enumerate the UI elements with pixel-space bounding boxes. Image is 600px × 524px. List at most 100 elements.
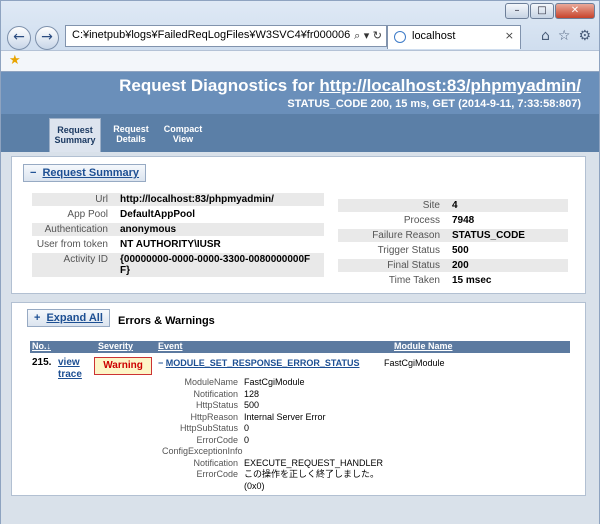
summary-key: Final Status [338, 259, 448, 272]
forward-arrow-icon: → [41, 29, 53, 45]
summary-key: Time Taken [338, 274, 448, 287]
summary-value: 7948 [448, 214, 568, 227]
main-area: − Request Summary Url http://localhost:83/… [1, 152, 599, 524]
title-prefix: Request Diagnostics for [119, 76, 320, 95]
collapse-event-icon[interactable]: − [158, 358, 163, 368]
page-title: Request Diagnostics for http://localhost… [1, 76, 581, 96]
detail-key: HttpStatus [195, 400, 238, 410]
event-name[interactable]: MODULE_SET_RESPONSE_ERROR_STATUS [166, 358, 360, 368]
request-summary-toggle[interactable]: − Request Summary [23, 164, 147, 182]
detail-row: (0x0) [162, 481, 562, 493]
detail-row: HttpStatus 500 [162, 400, 562, 412]
detail-value: 128 [244, 388, 260, 399]
severity-warning-badge: Warning [94, 357, 152, 375]
favorites-star-icon[interactable]: ☆ [558, 28, 571, 44]
address-url: C:¥inetpub¥logs¥FailedReqLogFiles¥W3SVC4… [72, 29, 371, 41]
summary-left-table: Url http://localhost:83/phpmyadmin/ App P… [32, 193, 324, 279]
column-header-event[interactable]: Event [158, 341, 183, 351]
tab-request-summary[interactable]: Request Summary [49, 118, 101, 152]
summary-key: User from token [32, 238, 116, 251]
detail-row: ConfigExceptionInfo [162, 446, 562, 458]
view-link[interactable]: view [58, 357, 82, 369]
tab-title: localhost [412, 30, 456, 42]
summary-key: Url [32, 193, 116, 206]
detail-row: ErrorCode この操作を正しく終了しました。 [162, 469, 562, 481]
summary-key: Failure Reason [338, 229, 448, 242]
summary-row: Activity ID {00000000-0000-0000-3300-0080… [32, 253, 324, 277]
forward-button[interactable]: → [35, 26, 59, 50]
detail-row: HttpSubStatus 0 [162, 423, 562, 435]
summary-value: NT AUTHORITY\IUSR [116, 238, 324, 251]
title-url-link[interactable]: http://localhost:83/phpmyadmin/ [319, 76, 581, 95]
summary-key: Activity ID [32, 253, 116, 277]
detail-key: Notification [193, 457, 238, 468]
summary-row: User from token NT AUTHORITY\IUSR [32, 238, 324, 251]
detail-value: 500 [244, 400, 260, 410]
tab-close-icon[interactable]: × [505, 29, 514, 42]
summary-row: Trigger Status 500 [338, 244, 568, 257]
row-number: 215. [32, 357, 52, 368]
browser-tab[interactable]: localhost × [387, 25, 521, 49]
trace-link[interactable]: trace [58, 369, 82, 381]
collapse-icon: − [30, 167, 37, 179]
detail-row: ModuleName FastCgiModule [162, 377, 562, 389]
page-subtitle: STATUS_CODE 200, 15 ms, GET (2014-9-11, … [287, 98, 581, 110]
home-icon[interactable]: ⌂ [541, 28, 550, 44]
summary-value: STATUS_CODE [448, 229, 568, 242]
summary-row: Process 7948 [338, 214, 568, 227]
detail-row: Notification EXECUTE_REQUEST_HANDLER [162, 458, 562, 470]
summary-row: Authentication anonymous [32, 223, 324, 236]
summary-row: Time Taken 15 msec [338, 274, 568, 287]
view-trace-link[interactable]: view trace [58, 357, 82, 381]
summary-row: Final Status 200 [338, 259, 568, 272]
summary-right-table: Site 4 Process 7948 Failure Reason STATUS_C… [338, 199, 568, 289]
summary-value: DefaultAppPool [116, 208, 324, 221]
column-header-number[interactable]: No.↓ [32, 341, 51, 351]
toggle-label: Request Summary [42, 167, 140, 179]
detail-value: 0 [244, 434, 250, 445]
expand-all-toggle[interactable]: + Expand All [27, 309, 110, 327]
detail-value: 0 [244, 423, 250, 433]
errors-warnings-panel: + Expand All Errors & Warnings No.↓ Sever… [11, 302, 586, 496]
summary-row: Failure Reason STATUS_CODE [338, 229, 568, 242]
favorites-bar: ★ [1, 50, 599, 71]
globe-icon [394, 31, 406, 43]
detail-row: HttpReason Internal Server Error [162, 412, 562, 424]
tab-request-details[interactable]: Request Details [105, 118, 157, 152]
window-controls: – □ ✕ [505, 3, 595, 19]
add-favorite-icon[interactable]: ★ [9, 53, 21, 68]
summary-row: App Pool DefaultAppPool [32, 208, 324, 221]
summary-key: Trigger Status [338, 244, 448, 257]
detail-row: Notification 128 [162, 389, 562, 401]
summary-key: Authentication [32, 223, 116, 236]
page-content: Request Diagnostics for http://localhost… [0, 72, 600, 524]
detail-key: ConfigExceptionInfo [162, 446, 243, 456]
detail-value: この操作を正しく終了しました。 [244, 469, 380, 479]
close-window-button[interactable]: ✕ [555, 3, 595, 19]
settings-gear-icon[interactable]: ⚙ [578, 28, 591, 44]
detail-key: ErrorCode [196, 469, 238, 479]
detail-key: HttpSubStatus [179, 423, 238, 433]
detail-value [244, 446, 562, 458]
detail-key: ErrorCode [196, 434, 238, 445]
detail-key: ModuleName [184, 377, 238, 387]
summary-key: Process [338, 214, 448, 227]
address-bar[interactable]: C:¥inetpub¥logs¥FailedReqLogFiles¥W3SVC4… [65, 25, 387, 47]
back-button[interactable]: ← [7, 26, 31, 50]
maximize-button[interactable]: □ [530, 3, 554, 19]
summary-key: App Pool [32, 208, 116, 221]
event-link[interactable]: − MODULE_SET_RESPONSE_ERROR_STATUS [158, 358, 359, 368]
detail-key: HttpReason [190, 411, 238, 422]
back-arrow-icon: ← [13, 29, 25, 45]
tab-compact-view[interactable]: Compact View [157, 118, 209, 152]
toggle-label: Expand All [46, 312, 103, 324]
minimize-button[interactable]: – [505, 3, 529, 19]
search-refresh-icons[interactable]: ⌕ ▾ ↻ [351, 29, 382, 43]
column-header-module[interactable]: Module Name [394, 341, 453, 351]
detail-value: EXECUTE_REQUEST_HANDLER [244, 457, 384, 468]
column-header-severity[interactable]: Severity [98, 341, 133, 351]
event-details: ModuleName FastCgiModule Notification 128 … [162, 377, 562, 492]
summary-row: Site 4 [338, 199, 568, 212]
summary-value: 500 [448, 244, 568, 257]
summary-value: 200 [448, 259, 568, 272]
